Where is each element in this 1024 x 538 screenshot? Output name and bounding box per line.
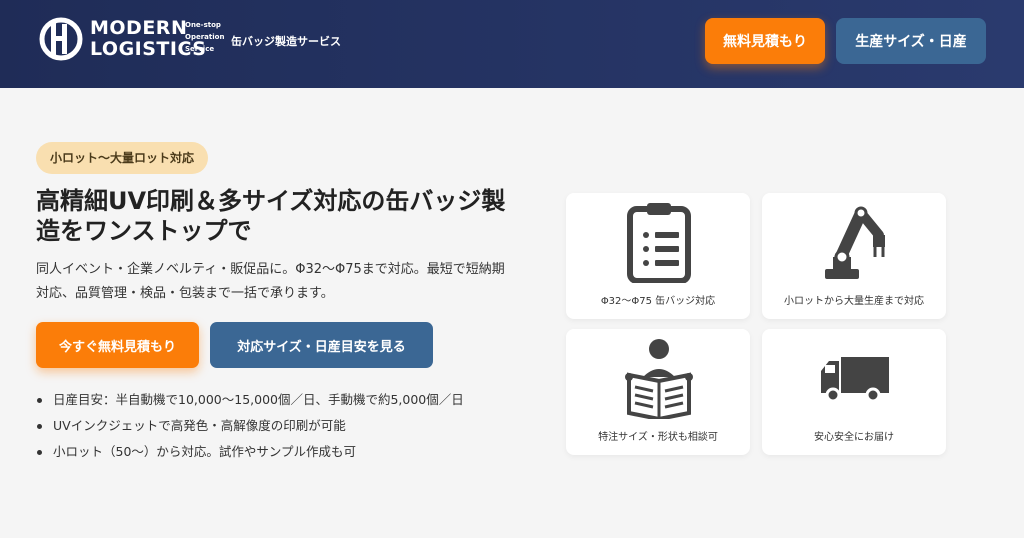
- hero-description: 同人イベント・企業ノベルティ・販促品に。Φ32〜Φ75まで対応。最短で短納期対応…: [36, 262, 505, 301]
- delivery-truck-icon: [821, 357, 889, 403]
- logo-tagline-3: Service: [185, 45, 215, 53]
- newspaper-reader-icon: [625, 339, 693, 419]
- feature-item: 小ロット（50〜）から対応。試作やサンプル作成も可: [36, 440, 516, 464]
- card-label: Φ32〜Φ75 缶バッジ対応: [600, 296, 716, 307]
- clipboard-icon: [627, 203, 691, 283]
- service-name: 缶バッジ製造サービス: [231, 35, 341, 48]
- card-label: 特注サイズ・形状も相談可: [598, 432, 718, 443]
- lot-badge: 小ロット〜大量ロット対応: [36, 142, 209, 174]
- logo-tagline-1: One-stop: [185, 21, 221, 29]
- header-quote-button[interactable]: 無料見積もり: [705, 18, 825, 64]
- robot-arm-icon: [825, 206, 885, 279]
- cta-size-button[interactable]: 対応サイズ・日産目安を見る: [210, 322, 433, 368]
- feature-item: UVインクジェットで高発色・高解像度の印刷が可能: [36, 414, 516, 438]
- feature-item: 日産目安：半自動機で10,000〜15,000個／日、手動機で約5,000個／日: [36, 388, 516, 412]
- card-custom-shape: 特注サイズ・形状も相談可: [566, 329, 750, 455]
- logo-tagline-2: Operation: [185, 33, 225, 41]
- logo-tagline: One-stop Operation Service: [185, 19, 224, 55]
- site-header: MODERN LOGISTICS One-stop Operation Serv…: [0, 0, 1024, 88]
- logo[interactable]: MODERN LOGISTICS One-stop Operation Serv…: [38, 14, 341, 70]
- card-label: 安心安全にお届け: [814, 432, 894, 443]
- card-badge-sizes: Φ32〜Φ75 缶バッジ対応: [566, 193, 750, 319]
- logo-mark-icon: [39, 17, 83, 61]
- header-size-button[interactable]: 生産サイズ・日産: [836, 18, 986, 64]
- hero-title: 高精細UV印刷＆多サイズ対応の缶バッジ製造をワンストップで: [36, 187, 506, 245]
- cta-quote-button[interactable]: 今すぐ無料見積もり: [36, 322, 199, 368]
- card-label: 小ロットから大量生産まで対応: [784, 296, 924, 307]
- card-production-scale: 小ロットから大量生産まで対応: [762, 193, 946, 319]
- feature-list: 日産目安：半自動機で10,000〜15,000個／日、手動機で約5,000個／日…: [36, 388, 516, 466]
- card-safe-delivery: 安心安全にお届け: [762, 329, 946, 455]
